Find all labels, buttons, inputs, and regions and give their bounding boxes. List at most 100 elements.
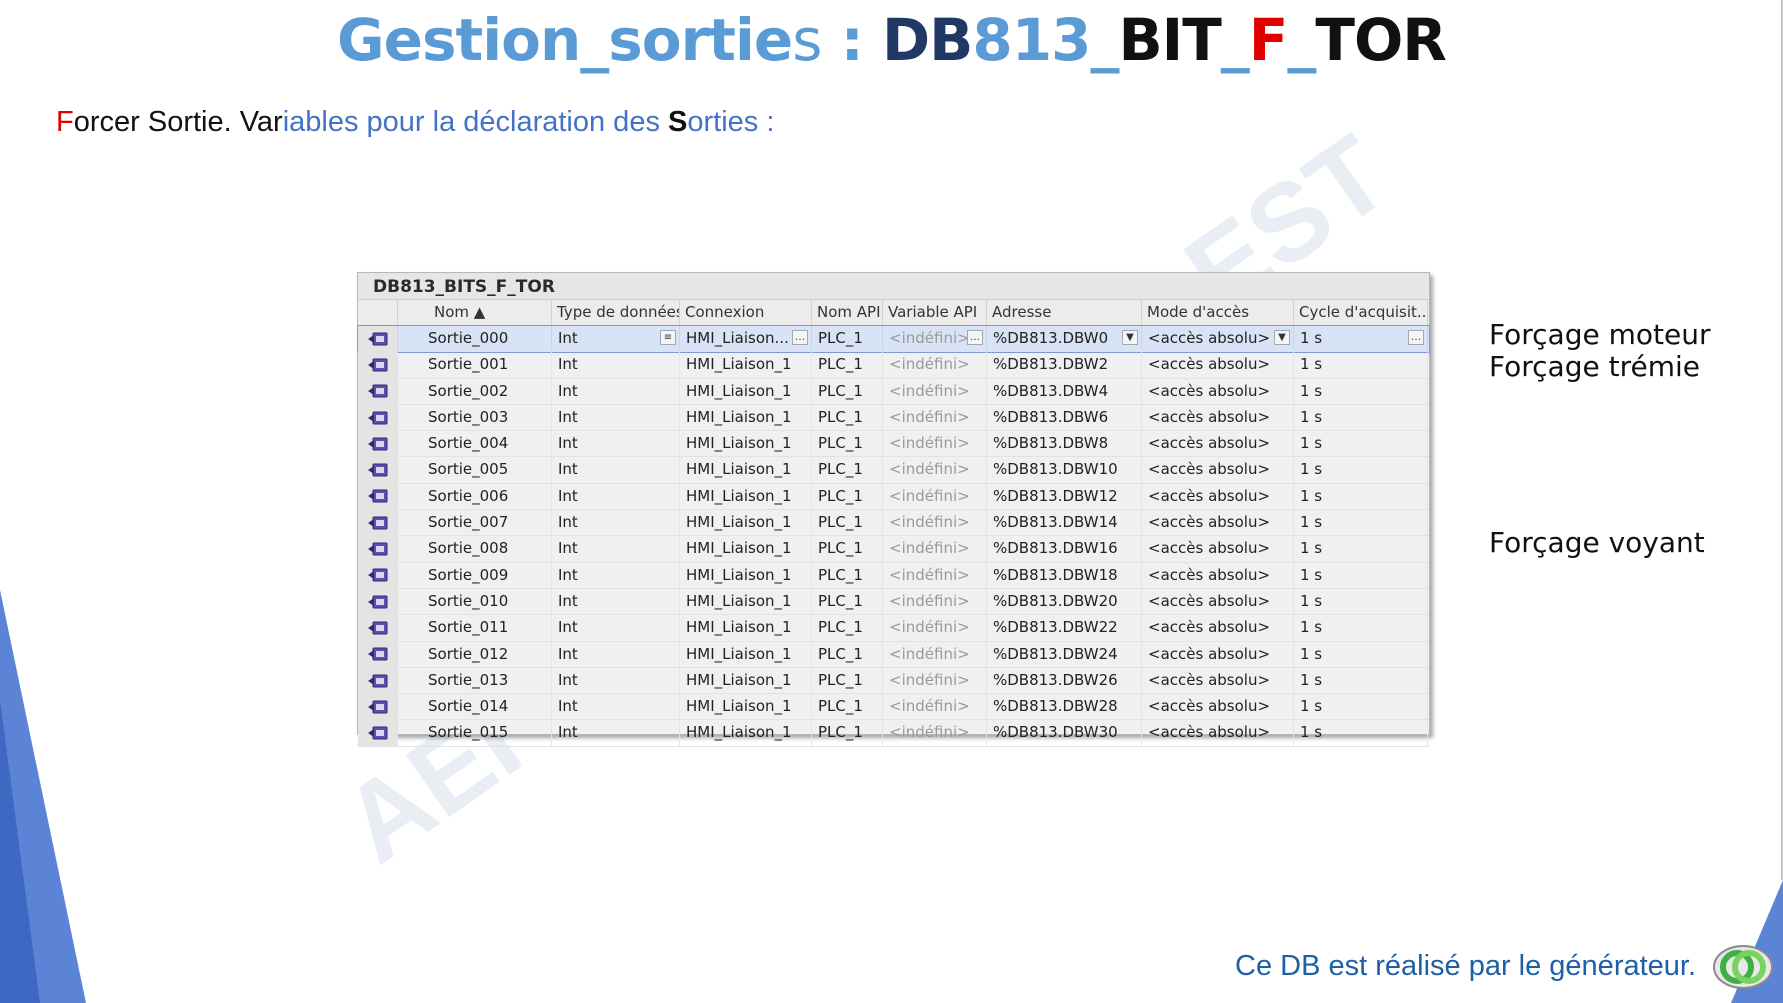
cell-adresse[interactable]: %DB813.DBW20 [987,588,1142,615]
cell-connexion[interactable]: HMI_Liaison...… [680,326,812,352]
cell-nom[interactable]: Sortie_006 [398,483,552,510]
cell-variable-api[interactable]: <indéfini> [883,510,987,536]
cell-type[interactable]: Int ≡ [552,326,680,352]
cell-variable-api[interactable]: <indéfini> [883,641,987,667]
cell-connexion[interactable]: HMI_Liaison_1 [680,720,812,746]
cell-nom[interactable]: Sortie_009 [398,562,552,588]
cell-nom-api[interactable]: PLC_1 [812,641,883,667]
cell-adresse[interactable]: %DB813.DBW6 [987,404,1142,431]
cell-mode-acces[interactable]: <accès absolu> [1142,536,1294,562]
cell-type[interactable]: Int [552,588,680,615]
cell-connexion[interactable]: HMI_Liaison_1 [680,352,812,378]
table-row[interactable]: Sortie_004 Int HMI_Liaison_1 PLC_1 <indéfini… [358,431,1429,458]
cell-cycle[interactable]: 1 s [1294,615,1428,641]
cell-cycle[interactable]: 1 s [1294,483,1428,510]
cell-nom[interactable]: Sortie_008 [398,536,552,562]
table-row[interactable]: Sortie_008 Int HMI_Liaison_1 PLC_1 <indéfini… [358,536,1429,563]
cell-type[interactable]: Int [552,694,680,720]
column-header-nom[interactable]: Nom ▲ [398,300,552,325]
cell-nom[interactable]: Sortie_007 [398,510,552,536]
cell-connexion[interactable]: HMI_Liaison_1 [680,431,812,457]
cell-cycle[interactable]: 1 s [1294,641,1428,667]
column-header-variable-api[interactable]: Variable API [883,300,987,325]
cell-type[interactable]: Int [552,536,680,562]
cell-adresse[interactable]: %DB813.DBW12 [987,483,1142,510]
cell-cycle[interactable]: 1 s [1294,720,1428,746]
cell-adresse[interactable]: %DB813.DBW30 [987,720,1142,746]
table-row[interactable]: Sortie_015 Int HMI_Liaison_1 PLC_1 <indéfini… [358,720,1429,747]
cell-type[interactable]: Int [552,457,680,483]
cell-type[interactable]: Int [552,483,680,510]
cell-variable-api[interactable]: <indéfini> [883,404,987,431]
cell-cycle[interactable]: 1 s [1294,562,1428,588]
cell-mode-acces[interactable]: <accès absolu> [1142,720,1294,746]
cell-type[interactable]: Int [552,378,680,404]
cell-adresse[interactable]: %DB813.DBW10 [987,457,1142,483]
cell-nom-api[interactable]: PLC_1 [812,562,883,588]
cell-connexion[interactable]: HMI_Liaison_1 [680,378,812,404]
cell-type[interactable]: Int [552,615,680,641]
variable-browse-button[interactable]: … [967,330,983,345]
cell-variable-api[interactable]: <indéfini> [883,667,987,694]
cell-nom[interactable]: Sortie_011 [398,615,552,641]
cell-variable-api[interactable]: <indéfini> [883,378,987,404]
cell-nom-api[interactable]: PLC_1 [812,536,883,562]
type-select-icon[interactable]: ≡ [660,330,676,345]
cell-mode-acces[interactable]: <accès absolu> [1142,483,1294,510]
cell-nom-api[interactable]: PLC_1 [812,404,883,431]
cell-connexion[interactable]: HMI_Liaison_1 [680,404,812,431]
cell-type[interactable]: Int [552,562,680,588]
cell-cycle[interactable]: 1 s [1294,431,1428,457]
cell-mode-acces[interactable]: <accès absolu> [1142,667,1294,694]
cell-mode-acces[interactable]: <accès absolu> [1142,562,1294,588]
cell-mode-acces[interactable]: <accès absolu> [1142,615,1294,641]
table-row[interactable]: Sortie_012 Int HMI_Liaison_1 PLC_1 <indéfini… [358,641,1429,668]
cell-mode-acces[interactable]: <accès absolu> [1142,641,1294,667]
table-row[interactable]: Sortie_006 Int HMI_Liaison_1 PLC_1 <indéfini… [358,483,1429,511]
cell-variable-api[interactable]: <indéfini> [883,352,987,378]
column-header-nom-api[interactable]: Nom API [812,300,883,325]
mode-dropdown-icon[interactable]: ▼ [1274,330,1290,345]
cell-nom[interactable]: Sortie_003 [398,404,552,431]
cell-adresse[interactable]: %DB813.DBW24 [987,641,1142,667]
cell-variable-api[interactable]: <indéfini> [883,588,987,615]
cell-connexion[interactable]: HMI_Liaison_1 [680,457,812,483]
cell-mode-acces[interactable]: <accès absolu> [1142,457,1294,483]
cell-type[interactable]: Int [552,667,680,694]
cell-connexion[interactable]: HMI_Liaison_1 [680,510,812,536]
cell-type[interactable]: Int [552,720,680,746]
cell-variable-api[interactable]: <indéfini>… [883,326,987,352]
cell-adresse[interactable]: %DB813.DBW22 [987,615,1142,641]
table-row[interactable]: Sortie_001 Int HMI_Liaison_1 PLC_1 <indéfini… [358,352,1429,379]
adresse-dropdown-icon[interactable]: ▼ [1122,330,1138,345]
cell-nom[interactable]: Sortie_014 [398,694,552,720]
cell-variable-api[interactable]: <indéfini> [883,615,987,641]
cell-nom-api[interactable]: PLC_1 [812,694,883,720]
cell-mode-acces[interactable]: <accès absolu> [1142,431,1294,457]
cell-connexion[interactable]: HMI_Liaison_1 [680,588,812,615]
cell-adresse[interactable]: %DB813.DBW2 [987,352,1142,378]
table-row[interactable]: Sortie_005 Int HMI_Liaison_1 PLC_1 <indéfini… [358,457,1429,484]
cell-nom-api[interactable]: PLC_1 [812,615,883,641]
cell-nom[interactable]: Sortie_010 [398,588,552,615]
cycle-browse-button[interactable]: … [1408,330,1424,345]
cell-variable-api[interactable]: <indéfini> [883,694,987,720]
cell-nom-api[interactable]: PLC_1 [812,483,883,510]
cell-connexion[interactable]: HMI_Liaison_1 [680,562,812,588]
cell-mode-acces[interactable]: <accès absolu> [1142,404,1294,431]
cell-variable-api[interactable]: <indéfini> [883,483,987,510]
cell-cycle[interactable]: 1 s [1294,694,1428,720]
cell-adresse[interactable]: %DB813.DBW4 [987,378,1142,404]
cell-nom[interactable]: Sortie_012 [398,641,552,667]
cell-nom[interactable]: Sortie_013 [398,667,552,694]
table-row[interactable]: Sortie_010 Int HMI_Liaison_1 PLC_1 <indéfini… [358,588,1429,616]
column-header-mode-acces[interactable]: Mode d'accès [1142,300,1294,325]
cell-type[interactable]: Int [552,404,680,431]
cell-nom[interactable]: Sortie_001 [398,352,552,378]
cell-mode-acces[interactable]: <accès absolu> [1142,378,1294,404]
cell-adresse[interactable]: %DB813.DBW8 [987,431,1142,457]
cell-variable-api[interactable]: <indéfini> [883,536,987,562]
cell-variable-api[interactable]: <indéfini> [883,431,987,457]
cell-connexion[interactable]: HMI_Liaison_1 [680,694,812,720]
cell-cycle[interactable]: 1 s [1294,404,1428,431]
